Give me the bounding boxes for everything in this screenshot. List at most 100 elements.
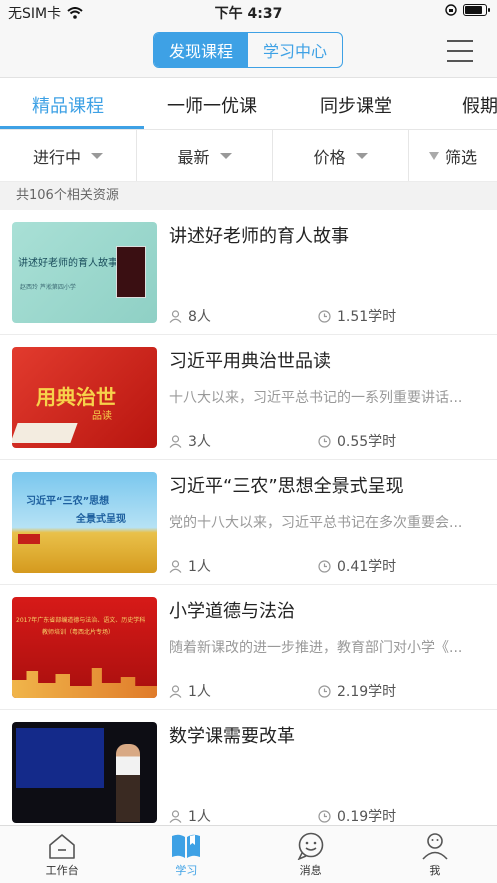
segment-learning-center[interactable]: 学习中心 — [248, 33, 342, 67]
clock-icon — [318, 434, 331, 448]
caret-down-icon — [219, 152, 232, 159]
tab-holiday[interactable]: 假期 — [462, 92, 497, 118]
thumb-title: 用典治世 — [36, 385, 116, 409]
category-tabs: 精品课程 一师一优课 同步课堂 假期 — [0, 78, 497, 130]
course-list: 讲述好老师的育人故事 赵西玲 芦淞第四小学 讲述好老师的育人故事 8人 1.51… — [0, 210, 497, 835]
bottom-tab-bar: 工作台 学习 消息 我 — [0, 825, 497, 883]
funnel-icon — [428, 151, 439, 160]
thumb-title: 习近平“三农”思想 — [26, 496, 110, 507]
course-hours: 2.19学时 — [318, 681, 396, 701]
battery-fill — [465, 6, 482, 14]
course-title: 小学道德与法治 — [169, 601, 295, 622]
top-nav: 发现课程 学习中心 — [0, 24, 497, 78]
status-right — [445, 4, 490, 16]
learner-count: 3人 — [188, 434, 211, 450]
thumb-subtitle: 全景式呈现 — [76, 514, 126, 525]
hours-value: 0.41学时 — [337, 559, 397, 575]
orientation-lock-icon — [445, 4, 457, 16]
book-icon — [172, 834, 201, 858]
user-icon — [169, 809, 182, 823]
bottom-tab-study[interactable]: 学习 — [124, 826, 248, 883]
user-icon — [169, 559, 182, 573]
filter-price-label: 价格 — [313, 147, 346, 167]
course-title: 习近平用典治世品读 — [169, 351, 331, 372]
course-hours: 0.19学时 — [318, 806, 396, 826]
course-title: 讲述好老师的育人故事 — [169, 226, 349, 247]
learner-count: 1人 — [188, 684, 211, 700]
learner-count: 8人 — [188, 309, 211, 325]
course-desc: 党的十八大以来，习近平总书记在多次重要会... — [169, 515, 463, 531]
bottom-tab-label: 消息 — [299, 864, 322, 877]
caret-down-icon — [355, 152, 368, 159]
course-thumbnail — [12, 722, 157, 823]
course-hours: 1.51学时 — [318, 306, 396, 326]
filter-screen-label: 筛选 — [444, 147, 477, 167]
thumb-title: 2017年广东省部编道德与法治、语文、历史学科 — [16, 617, 146, 624]
bottom-tab-messages[interactable]: 消息 — [249, 826, 373, 883]
thumb-speaker — [116, 744, 140, 822]
filter-screen[interactable]: 筛选 — [408, 130, 497, 181]
thumb-tractor — [18, 534, 40, 544]
battery-icon — [463, 4, 490, 16]
filter-bar: 进行中 最新 价格 筛选 — [0, 130, 497, 182]
bottom-tab-label: 我 — [429, 864, 441, 877]
active-tab-indicator — [0, 126, 144, 129]
thumb-title: 讲述好老师的育人故事 — [18, 258, 118, 269]
course-desc: 随着新课改的进一步推进，教育部门对小学《... — [169, 640, 463, 656]
course-hours: 0.41学时 — [318, 556, 396, 576]
filter-status[interactable]: 进行中 — [0, 130, 136, 181]
filter-price[interactable]: 价格 — [272, 130, 408, 181]
course-title: 数学课需要改革 — [169, 726, 295, 747]
home-icon — [49, 834, 75, 859]
course-learners: 1人 — [169, 806, 211, 826]
tab-one-teacher-one-lesson[interactable]: 一师一优课 — [167, 92, 257, 118]
status-bar: 无SIM卡 下午 4:37 — [0, 0, 497, 24]
course-learners: 1人 — [169, 681, 211, 701]
bottom-tab-me[interactable]: 我 — [373, 826, 497, 883]
course-learners: 1人 — [169, 556, 211, 576]
course-thumbnail: 2017年广东省部编道德与法治、语文、历史学科 教师培训（粤西北片专场） — [12, 597, 157, 698]
user-icon — [169, 309, 182, 323]
hours-value: 0.55学时 — [337, 434, 397, 450]
course-item[interactable]: 习近平“三农”思想 全景式呈现 习近平“三农”思想全景式呈现 党的十八大以来，习… — [0, 460, 497, 585]
course-thumbnail: 习近平“三农”思想 全景式呈现 — [12, 472, 157, 573]
status-time: 下午 4:37 — [214, 6, 283, 22]
clock-icon — [318, 309, 331, 323]
filter-sort-label: 最新 — [177, 147, 210, 167]
segment-discover-courses[interactable]: 发现课程 — [154, 33, 248, 67]
bottom-tab-workbench[interactable]: 工作台 — [0, 826, 124, 883]
course-hours: 0.55学时 — [318, 431, 396, 451]
filter-status-label: 进行中 — [32, 147, 81, 167]
course-title: 习近平“三农”思想全景式呈现 — [169, 476, 404, 497]
profile-icon — [422, 833, 448, 860]
user-icon — [169, 434, 182, 448]
clock-icon — [318, 684, 331, 698]
learner-count: 1人 — [188, 559, 211, 575]
hours-value: 1.51学时 — [337, 309, 397, 325]
clock-icon — [318, 809, 331, 823]
course-learners: 8人 — [169, 306, 211, 326]
hamburger-menu-icon[interactable] — [447, 40, 473, 62]
thumb-subtitle: 教师培训（粤西北片专场） — [42, 629, 115, 636]
thumb-subtitle: 赵西玲 芦淞第四小学 — [20, 284, 76, 291]
course-item[interactable]: 用典治世 品读 习近平用典治世品读 十八大以来，习近平总书记的一系列重要讲话..… — [0, 335, 497, 460]
thumb-book-shape — [12, 423, 78, 443]
caret-down-icon — [91, 152, 103, 159]
learner-count: 1人 — [188, 809, 211, 825]
tab-premium-courses[interactable]: 精品课程 — [32, 92, 104, 118]
course-desc: 十八大以来，习近平总书记的一系列重要讲话... — [169, 390, 463, 406]
thumb-skyline — [12, 668, 157, 698]
clock-icon — [318, 559, 331, 573]
message-icon — [297, 832, 323, 860]
tab-sync-classroom[interactable]: 同步课堂 — [320, 92, 392, 118]
thumb-subtitle: 品读 — [92, 411, 112, 422]
course-item[interactable]: 数学课需要改革 1人 0.19学时 — [0, 710, 497, 835]
course-thumbnail: 讲述好老师的育人故事 赵西玲 芦淞第四小学 — [12, 222, 157, 323]
course-item[interactable]: 2017年广东省部编道德与法治、语文、历史学科 教师培训（粤西北片专场） 小学道… — [0, 585, 497, 710]
course-item[interactable]: 讲述好老师的育人故事 赵西玲 芦淞第四小学 讲述好老师的育人故事 8人 1.51… — [0, 210, 497, 335]
segmented-control: 发现课程 学习中心 — [153, 32, 343, 68]
user-icon — [169, 684, 182, 698]
bottom-tab-label: 学习 — [175, 864, 198, 877]
filter-sort[interactable]: 最新 — [136, 130, 272, 181]
bottom-tab-label: 工作台 — [45, 864, 79, 877]
